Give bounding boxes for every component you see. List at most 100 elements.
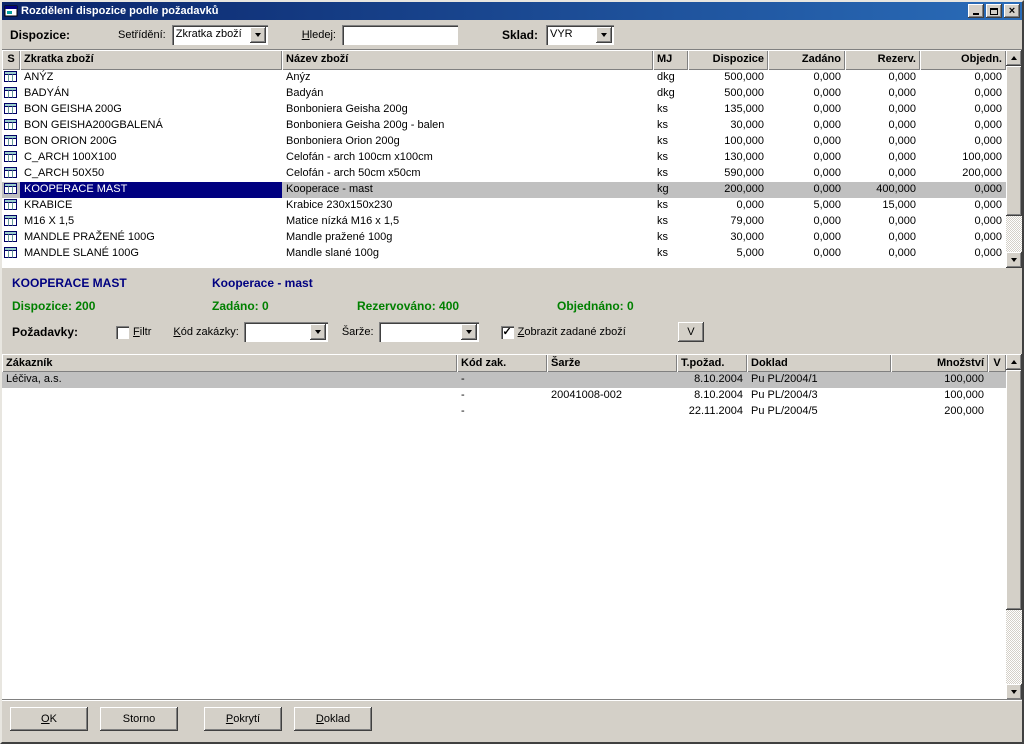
search-input[interactable]	[342, 25, 458, 45]
cell-rezerv: 400,000	[845, 182, 920, 198]
storno-button[interactable]: Storno	[100, 707, 178, 731]
cell-zadano: 0,000	[768, 86, 845, 102]
table-row[interactable]: MANDLE PRAŽENÉ 100GMandle pražené 100gks…	[2, 230, 1006, 246]
cell-zadano: 0,000	[768, 166, 845, 182]
col-header-zakaznik[interactable]: Zákazník	[2, 354, 457, 372]
cell-dispozice: 200,000	[688, 182, 768, 198]
request-row[interactable]: -22.11.2004Pu PL/2004/5200,000	[2, 404, 1006, 420]
col-header-zkratka[interactable]: Zkratka zboží	[20, 50, 282, 70]
chevron-down-icon[interactable]	[596, 27, 612, 43]
col-header-tpozad[interactable]: T.požad.	[677, 354, 747, 372]
item-icon	[2, 134, 20, 150]
cell-zadano: 0,000	[768, 70, 845, 86]
requests-table-scrollbar[interactable]	[1006, 354, 1022, 700]
cell-objedn: 0,000	[920, 86, 1006, 102]
pokryti-button[interactable]: Pokrytí	[204, 707, 282, 731]
request-row[interactable]: -20041008-0028.10.2004Pu PL/2004/3100,00…	[2, 388, 1006, 404]
scroll-track[interactable]	[1006, 610, 1022, 684]
scroll-up-button[interactable]	[1006, 50, 1022, 66]
cell-code: C_ARCH 50X50	[20, 166, 282, 182]
table-row[interactable]: MANDLE SLANÉ 100GMandle slané 100gks5,00…	[2, 246, 1006, 262]
cell-zadano: 0,000	[768, 134, 845, 150]
doklad-button[interactable]: Doklad	[294, 707, 372, 731]
chevron-down-icon[interactable]	[310, 324, 326, 340]
table-row[interactable]: M16 X 1,5Matice nízká M16 x 1,5ks79,0000…	[2, 214, 1006, 230]
col-header-rezerv[interactable]: Rezerv.	[845, 50, 920, 70]
request-row[interactable]: Léčiva, a.s.-8.10.2004Pu PL/2004/1100,00…	[2, 372, 1006, 388]
table-row[interactable]: KRABICEKrabice 230x150x230ks0,0005,00015…	[2, 198, 1006, 214]
close-button[interactable]: ×	[1004, 4, 1020, 18]
cell-objedn: 0,000	[920, 198, 1006, 214]
cell-objedn: 0,000	[920, 230, 1006, 246]
toolbar: Dispozice: Setřídění: Zkratka zboží Hled…	[2, 20, 1022, 50]
item-icon	[2, 182, 20, 198]
cell-mj: ks	[653, 166, 688, 182]
col-header-zadano[interactable]: Zadáno	[768, 50, 845, 70]
col-header-v[interactable]: V	[988, 354, 1006, 372]
item-icon	[2, 118, 20, 134]
table-row[interactable]: BADYÁNBadyándkg500,0000,0000,0000,000	[2, 86, 1006, 102]
col-header-dispozice[interactable]: Dispozice	[688, 50, 768, 70]
cell-rezerv: 0,000	[845, 134, 920, 150]
filtr-label: Filtr	[133, 326, 151, 338]
scroll-down-button[interactable]	[1006, 684, 1022, 700]
cell-zakaznik	[2, 404, 457, 420]
table-row[interactable]: ANÝZAnýzdkg500,0000,0000,0000,000	[2, 70, 1006, 86]
chevron-down-icon[interactable]	[250, 27, 266, 43]
col-header-s[interactable]: S	[2, 50, 20, 70]
cell-rezerv: 15,000	[845, 198, 920, 214]
ok-button[interactable]: OK	[10, 707, 88, 731]
table-row[interactable]: BON ORION 200GBonboniera Orion 200gks100…	[2, 134, 1006, 150]
cell-kod-zak: -	[457, 388, 547, 404]
scroll-up-button[interactable]	[1006, 354, 1022, 370]
maximize-button[interactable]	[986, 4, 1002, 18]
zobrazit-checkbox[interactable]	[501, 326, 514, 339]
cell-zadano: 0,000	[768, 150, 845, 166]
cell-rezerv: 0,000	[845, 118, 920, 134]
table-row[interactable]: BON GEISHA 200GBonboniera Geisha 200gks1…	[2, 102, 1006, 118]
detail-panel: KOOPERACE MAST Kooperace - mast Dispozic…	[2, 268, 1022, 354]
cell-code: BON ORION 200G	[20, 134, 282, 150]
v-button[interactable]: V	[678, 322, 704, 342]
cell-tpozad: 8.10.2004	[677, 388, 747, 404]
col-header-kod-zak[interactable]: Kód zak.	[457, 354, 547, 372]
item-icon	[2, 102, 20, 118]
cell-zadano: 0,000	[768, 230, 845, 246]
cell-mnozstvi: 100,000	[891, 372, 988, 388]
scroll-down-button[interactable]	[1006, 252, 1022, 268]
requests-label: Požadavky:	[12, 325, 78, 339]
sort-combo[interactable]: Zkratka zboží	[172, 25, 268, 45]
minimize-button[interactable]	[968, 4, 984, 18]
scroll-thumb[interactable]	[1006, 370, 1022, 610]
cell-objedn: 0,000	[920, 102, 1006, 118]
col-header-mj[interactable]: MJ	[653, 50, 688, 70]
kod-zakazky-combo[interactable]	[244, 322, 328, 342]
col-header-mnozstvi[interactable]: Množství	[891, 354, 988, 372]
item-icon	[2, 86, 20, 102]
table-row[interactable]: BON GEISHA200GBALENÁBonboniera Geisha 20…	[2, 118, 1006, 134]
cell-zadano: 0,000	[768, 246, 845, 262]
scroll-thumb[interactable]	[1006, 66, 1022, 216]
col-header-objedn[interactable]: Objedn.	[920, 50, 1006, 70]
col-header-nazev[interactable]: Název zboží	[282, 50, 653, 70]
col-header-sarze[interactable]: Šarže	[547, 354, 677, 372]
table-row[interactable]: KOOPERACE MASTKooperace - mastkg200,0000…	[2, 182, 1006, 198]
cell-rezerv: 0,000	[845, 102, 920, 118]
cell-mj: ks	[653, 214, 688, 230]
main-table-scrollbar[interactable]	[1006, 50, 1022, 268]
table-row[interactable]: C_ARCH 100X100Celofán - arch 100cm x100c…	[2, 150, 1006, 166]
filtr-checkbox[interactable]	[116, 326, 129, 339]
kod-zakazky-value	[244, 322, 308, 342]
stat-objednano: Objednáno: 0	[557, 299, 634, 313]
zobrazit-label: Zobrazit zadané zboží	[518, 326, 626, 338]
chevron-down-icon[interactable]	[461, 324, 477, 340]
cell-name: Badyán	[282, 86, 653, 102]
scroll-track[interactable]	[1006, 216, 1022, 252]
item-icon	[2, 230, 20, 246]
sklad-combo[interactable]: VYR	[546, 25, 614, 45]
sarze-combo[interactable]	[379, 322, 479, 342]
table-row[interactable]: C_ARCH 50X50Celofán - arch 50cm x50cmks5…	[2, 166, 1006, 182]
cell-rezerv: 0,000	[845, 230, 920, 246]
cell-doklad: Pu PL/2004/5	[747, 404, 891, 420]
col-header-doklad[interactable]: Doklad	[747, 354, 891, 372]
